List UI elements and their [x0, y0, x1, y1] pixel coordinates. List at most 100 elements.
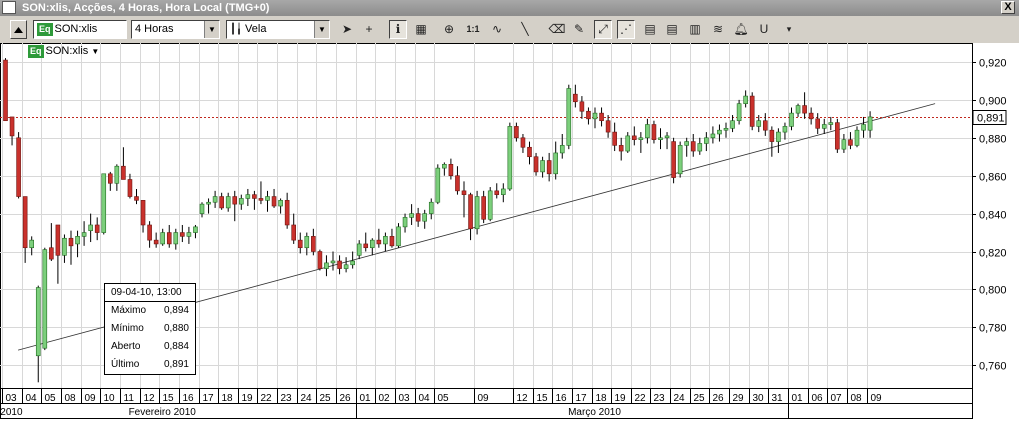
x-tick-label: 01: [792, 393, 804, 404]
indicator-icon[interactable]: ∿: [488, 20, 506, 39]
candle-body: [134, 196, 139, 201]
chart-area[interactable]: 0,760 0,780 0,800 0,820 0,840 0,860 0,880 0,900…: [0, 43, 1019, 426]
tooltip-label: Aberto: [111, 341, 141, 352]
x-tick-label: 08: [65, 393, 77, 404]
y-tick-label: 0,780: [979, 323, 1007, 335]
x-tick-label: 16: [556, 393, 568, 404]
candle-body: [271, 196, 277, 207]
template-icon[interactable]: ▤: [663, 20, 681, 39]
candle-body: [795, 105, 801, 114]
x-tick-label: 10: [104, 393, 116, 404]
candle-body: [867, 116, 873, 131]
x-tick-label: 25: [320, 393, 332, 404]
candle-body: [592, 112, 598, 120]
tooltip-row-open: Aberto 0,884: [111, 340, 189, 354]
month-label: Março 2010: [568, 407, 621, 418]
candle-body: [782, 126, 788, 133]
pencil-icon[interactable]: ✎: [570, 20, 588, 39]
candle-body: [599, 112, 604, 122]
tooltip-value: 0,894: [163, 305, 189, 316]
y-tick-label: 0,860: [979, 172, 1007, 184]
x-tick-label: 18: [596, 393, 608, 404]
tooltip-label: Mínimo: [111, 323, 144, 334]
x-tick-label: 16: [183, 393, 195, 404]
candle-body: [3, 59, 8, 122]
candle-body: [533, 156, 539, 173]
bell-icon[interactable]: 🔔︎: [732, 20, 750, 39]
trend-tool-icon[interactable]: ⋰: [617, 20, 635, 39]
candle-body: [618, 145, 624, 152]
grid-icon[interactable]: ▦: [412, 20, 430, 39]
x-tick-label: 04: [26, 393, 38, 404]
candle-body: [9, 116, 15, 137]
candle-body: [284, 200, 290, 226]
candle-body: [500, 188, 506, 195]
candle-body: [199, 203, 205, 214]
candle-body: [55, 224, 61, 256]
series-label[interactable]: Eq SON:xlis ▼: [28, 45, 99, 58]
zoom-icon[interactable]: ⊕: [440, 20, 458, 39]
candle-body: [448, 164, 454, 176]
triangle-up-icon: [14, 26, 23, 33]
candle-body: [802, 105, 807, 114]
candle-body: [35, 287, 41, 357]
chevron-down-icon[interactable]: ▼: [314, 21, 329, 38]
x-tick-label: 04: [419, 393, 431, 404]
template-icon[interactable]: ▤: [641, 20, 659, 39]
draw-line-icon[interactable]: ╲: [516, 20, 534, 39]
candle-body: [514, 126, 519, 139]
chart-style-value: Vela: [245, 23, 267, 35]
auto-scale-icon[interactable]: ⤢: [594, 20, 612, 39]
chart-style-select[interactable]: ┃╽ Vela ▼: [226, 20, 330, 39]
candle-body: [520, 137, 526, 148]
candle-body: [481, 196, 486, 220]
candle-body: [160, 232, 165, 245]
magnet-icon[interactable]: U: [755, 20, 773, 39]
eraser-icon[interactable]: ⌫: [548, 20, 566, 39]
candle-body: [684, 141, 690, 146]
wave-template-icon[interactable]: ≋: [709, 20, 727, 39]
candle-body: [704, 137, 709, 144]
candle-body: [762, 120, 768, 131]
tooltip-label: Último: [111, 359, 140, 370]
period-value: 4 Horas: [135, 23, 174, 35]
crosshair-icon[interactable]: +: [360, 20, 378, 39]
candle-body: [455, 175, 460, 192]
collapse-up-button[interactable]: [10, 20, 27, 39]
x-tick-label: 17: [576, 393, 588, 404]
y-tick-label: 0,800: [979, 285, 1007, 297]
close-button[interactable]: X: [1001, 1, 1015, 14]
x-tick-label: 07: [831, 393, 843, 404]
info-window-icon[interactable]: ℹ: [389, 20, 407, 39]
data-tooltip: 09-04-10, 13:00 Máximo 0,894 Mínimo 0,880 …: [104, 283, 196, 375]
candle-body: [153, 239, 159, 245]
candle-body: [337, 260, 342, 269]
y-tick-label: 0,900: [979, 96, 1007, 108]
candle-body: [193, 226, 198, 233]
candle-body: [848, 139, 853, 146]
period-select[interactable]: 4 Horas ▼: [131, 20, 220, 39]
candle-body: [743, 95, 748, 104]
candle-body: [435, 167, 441, 203]
x-tick-label: 24: [301, 393, 313, 404]
chart-template-icon[interactable]: ▥: [686, 20, 704, 39]
symbol-input[interactable]: Eq SON:xlis: [33, 20, 127, 39]
chevron-down-icon[interactable]: ▼: [204, 21, 219, 38]
candle-body: [258, 198, 264, 201]
one-to-one-button[interactable]: 1:1: [464, 20, 482, 39]
candle-body: [304, 236, 310, 249]
symbol-value: SON:xlis: [54, 23, 98, 35]
x-tick-label: 29: [733, 393, 745, 404]
candle-body: [239, 198, 244, 205]
candle-body: [232, 196, 238, 205]
cursor-arrow-icon[interactable]: ➤: [338, 20, 356, 39]
candle-body: [62, 237, 67, 256]
candle-body: [252, 194, 257, 199]
x-tick-label: 25: [694, 393, 706, 404]
series-symbol: SON:xlis: [45, 45, 89, 57]
more-tools-icon[interactable]: ▾: [780, 20, 798, 39]
x-tick-label: 31: [772, 393, 784, 404]
candle-body: [311, 236, 316, 252]
candle-body: [291, 224, 297, 241]
x-tick-label: 11: [124, 393, 135, 404]
